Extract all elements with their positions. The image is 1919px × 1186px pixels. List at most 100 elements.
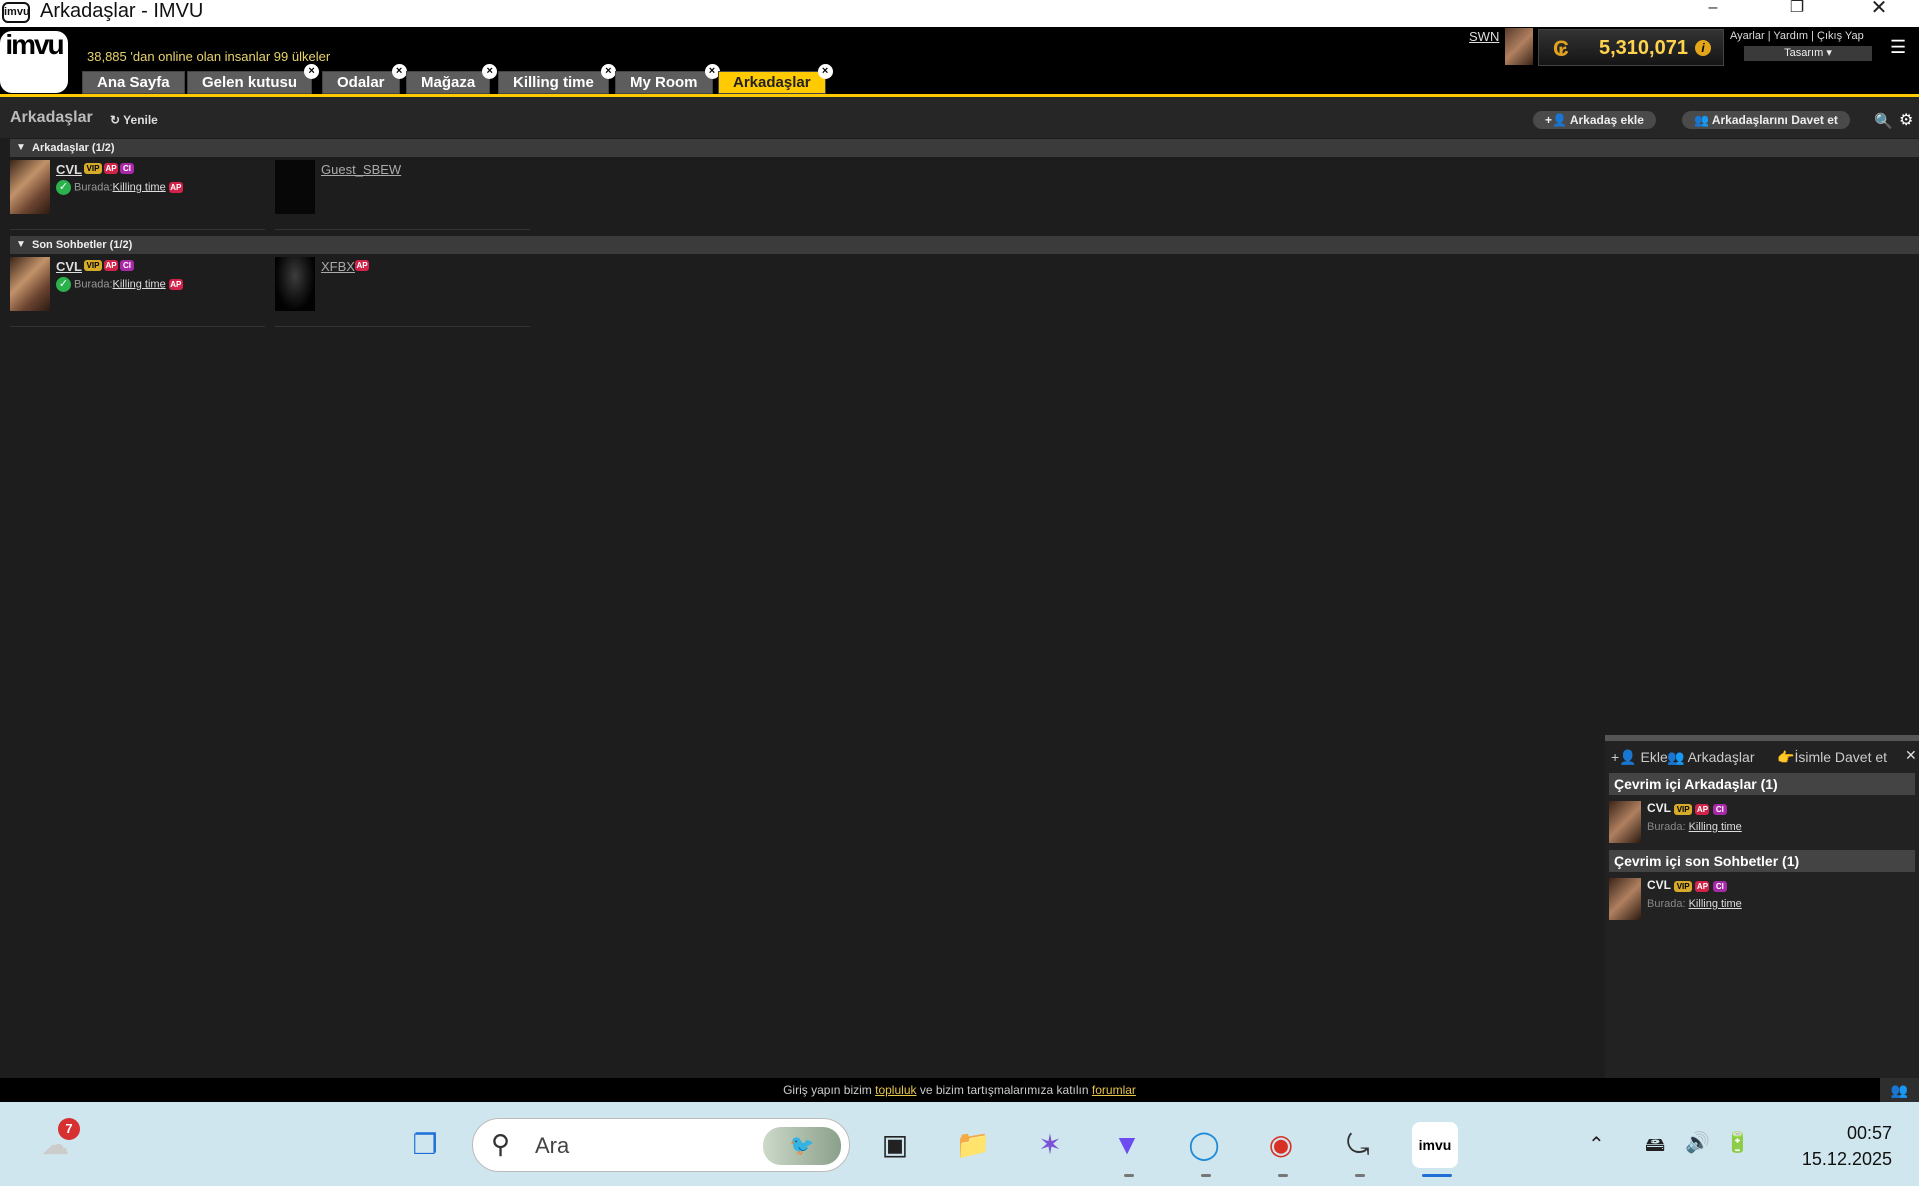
avatar[interactable] — [275, 257, 315, 311]
ap-badge: AP — [168, 279, 183, 291]
close-tab-icon[interactable]: × — [482, 64, 498, 79]
tab-gelen-kutusu[interactable]: Gelen kutusu × — [187, 64, 320, 94]
volume-icon[interactable]: 🔊 — [1685, 1130, 1710, 1155]
menu-icon[interactable]: ☰ — [1890, 37, 1906, 58]
header-links[interactable]: Ayarlar | Yardım | Çıkış Yap — [1730, 30, 1864, 42]
online-friends-header: Çevrim içi Arkadaşlar (1) — [1609, 773, 1915, 795]
status-prefix: Burada: — [74, 181, 113, 194]
friend-name[interactable]: CVL VIP AP CI — [1647, 801, 1727, 815]
friend-name[interactable]: CVL — [56, 162, 82, 177]
invite-friends-button[interactable]: 👥 Arkadaşlarını Davet et — [1682, 111, 1850, 129]
close-tab-icon[interactable]: × — [304, 64, 320, 79]
friend-name[interactable]: Guest_SBEW — [321, 162, 401, 177]
friends-toggle-icon[interactable]: 👥 — [1880, 1078, 1919, 1102]
add-friend-button[interactable]: +👤 Arkadaş ekle — [1533, 111, 1656, 129]
online-recent-item[interactable]: CVL VIP AP CI Burada: Killing time — [1609, 874, 1915, 924]
ap-badge: AP — [168, 182, 183, 194]
taskbar-search[interactable]: ⚲ Ara 🐦 — [472, 1118, 850, 1172]
top-bar: imvu 38,885 'dan online olan insanlar 99… — [0, 27, 1919, 97]
imvu-taskbar-icon[interactable]: imvu — [1412, 1122, 1458, 1168]
friend-name[interactable]: CVL VIP AP CI — [1647, 878, 1727, 892]
vpn-app-icon[interactable]: ▼ — [1104, 1122, 1150, 1168]
chrome-icon[interactable]: ◉ — [1258, 1122, 1304, 1168]
room-link[interactable]: Killing time — [1689, 898, 1742, 910]
avatar[interactable] — [10, 160, 50, 214]
windows-start-icon[interactable]: ❐ — [402, 1122, 448, 1168]
edge-icon[interactable]: ◯ — [1181, 1122, 1227, 1168]
network-icon[interactable]: 🖴 — [1645, 1130, 1665, 1164]
recent-chat-card[interactable]: CVL VIP AP CI ✓ Burada:Killing time AP — [10, 257, 265, 327]
app-icon[interactable]: ⤿ — [1335, 1122, 1381, 1168]
battery-icon[interactable]: 🔋 — [1725, 1130, 1750, 1155]
recent-chats-section-header[interactable]: ▼ Son Sohbetler (1/2) — [10, 236, 1919, 254]
close-tab-icon[interactable]: × — [600, 64, 616, 79]
refresh-label: Yenile — [123, 113, 158, 127]
avatar[interactable] — [10, 257, 50, 311]
friend-card[interactable]: CVL VIP AP CI ✓ Burada:Killing time AP — [10, 160, 265, 230]
panel-tab-add[interactable]: +👤 Ekle — [1611, 749, 1668, 766]
user-avatar[interactable] — [1505, 28, 1533, 65]
design-dropdown[interactable]: Tasarım ▾ — [1744, 46, 1872, 61]
close-tab-icon[interactable]: × — [817, 64, 833, 79]
recent-chat-card[interactable]: XFBX AP — [275, 257, 530, 327]
footer-text: Giriş yapın bizim — [783, 1083, 876, 1097]
tab-odalar[interactable]: Odalar × — [322, 64, 407, 94]
tab-magaza[interactable]: Mağaza × — [406, 64, 498, 94]
close-window-icon[interactable]: ✕ — [1856, 0, 1902, 22]
page-title: Arkadaşlar — [10, 109, 93, 126]
friend-name[interactable]: XFBX — [321, 259, 355, 274]
avatar[interactable] — [1609, 801, 1641, 843]
avatar[interactable] — [1609, 878, 1641, 920]
online-friend-item[interactable]: CVL VIP AP CI Burada: Killing time — [1609, 797, 1915, 847]
running-indicator — [1201, 1174, 1211, 1177]
imvu-app-icon: imvu — [2, 2, 30, 23]
refresh-button[interactable]: ↻ Yenile — [110, 113, 158, 127]
ci-badge: CI — [1712, 804, 1727, 815]
room-link[interactable]: Killing time — [113, 181, 166, 193]
friends-section-header[interactable]: ▼ Arkadaşlar (1/2) — [10, 139, 1919, 157]
running-indicator — [1355, 1174, 1365, 1177]
info-icon[interactable]: i — [1695, 40, 1711, 56]
weather-widget[interactable]: ☁ 7 — [32, 1118, 80, 1168]
online-check-icon: ✓ — [56, 277, 71, 292]
gear-icon[interactable]: ⚙ — [1899, 110, 1913, 130]
friend-name[interactable]: CVL — [56, 259, 82, 274]
tab-killing-time[interactable]: Killing time × — [498, 64, 616, 94]
online-count-text: 38,885 'dan online olan insanlar 99 ülke… — [87, 49, 331, 64]
clock[interactable]: 00:57 15.12.2025 — [1782, 1120, 1892, 1172]
imvu-logo[interactable]: imvu — [0, 31, 68, 93]
chevron-up-icon[interactable]: ⌃ — [1588, 1132, 1605, 1157]
forums-link[interactable]: forumlar — [1092, 1083, 1136, 1097]
panel-tab-label: Arkadaşlar — [1687, 749, 1755, 765]
minimize-icon[interactable]: – — [1690, 0, 1736, 22]
restore-icon[interactable]: ❐ — [1774, 0, 1820, 22]
tab-ana-sayfa[interactable]: Ana Sayfa — [82, 71, 185, 94]
tab-label: My Room — [630, 74, 698, 91]
tab-label: Gelen kutusu — [202, 74, 298, 91]
tab-arkadaslar[interactable]: Arkadaşlar × — [718, 64, 833, 94]
close-tab-icon[interactable]: × — [391, 64, 407, 79]
panel-tab-friends[interactable]: 👥 Arkadaşlar — [1667, 749, 1754, 766]
room-link[interactable]: Killing time — [113, 278, 166, 290]
room-link[interactable]: Killing time — [1689, 821, 1742, 833]
tab-label: Killing time — [513, 74, 594, 91]
taskbar: ☁ 7 ❐ ⚲ Ara 🐦 ▣ 📁 ✶ ▼ ◯ ◉ ⤿ imvu ⌃ 🖴 🔊 🔋 … — [0, 1102, 1919, 1186]
file-explorer-icon[interactable]: 📁 — [950, 1122, 996, 1168]
tab-label: Ana Sayfa — [97, 74, 170, 91]
task-view-icon[interactable]: ▣ — [872, 1122, 918, 1168]
tab-my-room[interactable]: My Room × — [615, 64, 720, 94]
community-link[interactable]: topluluk — [875, 1083, 916, 1097]
credits-box[interactable]: ₢ 5,310,071 i — [1538, 29, 1724, 66]
copilot-icon[interactable]: ✶ — [1027, 1122, 1073, 1168]
active-indicator — [1422, 1174, 1452, 1177]
username-link[interactable]: SWN — [1469, 29, 1499, 44]
running-indicator — [1124, 1174, 1134, 1177]
close-icon[interactable]: ✕ — [1905, 747, 1917, 764]
friend-card[interactable]: Guest_SBEW — [275, 160, 530, 230]
panel-tabs: +👤 Ekle 👥 Arkadaşlar 👉İsimle Davet et ✕ — [1605, 741, 1919, 766]
panel-tab-invite[interactable]: 👉İsimle Davet et — [1777, 749, 1887, 766]
status-prefix: Burada: — [1647, 898, 1686, 910]
search-icon[interactable]: 🔍 — [1874, 112, 1893, 130]
window-title: Arkadaşlar - IMVU — [40, 0, 204, 22]
avatar[interactable] — [275, 160, 315, 214]
